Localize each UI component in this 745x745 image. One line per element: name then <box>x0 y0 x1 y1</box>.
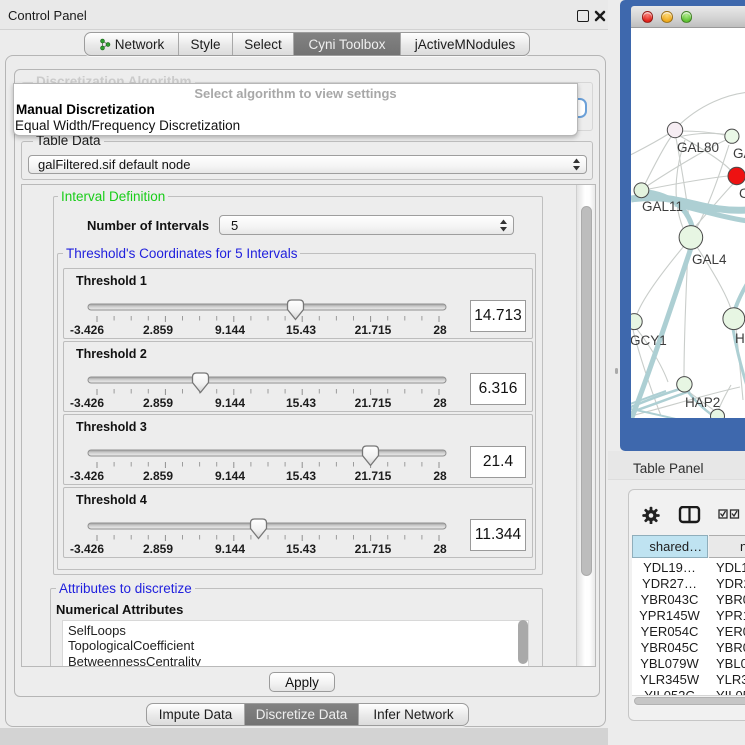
svg-text:GAL11: GAL11 <box>642 199 683 214</box>
svg-text:C: C <box>739 186 745 201</box>
svg-text:GAL80: GAL80 <box>677 140 719 155</box>
svg-text:GAL4: GAL4 <box>692 252 727 267</box>
svg-text:H: H <box>735 331 745 346</box>
svg-text:HAP2: HAP2 <box>685 395 720 410</box>
svg-text:GCY1: GCY1 <box>631 333 667 348</box>
svg-text:GA: GA <box>733 146 745 161</box>
